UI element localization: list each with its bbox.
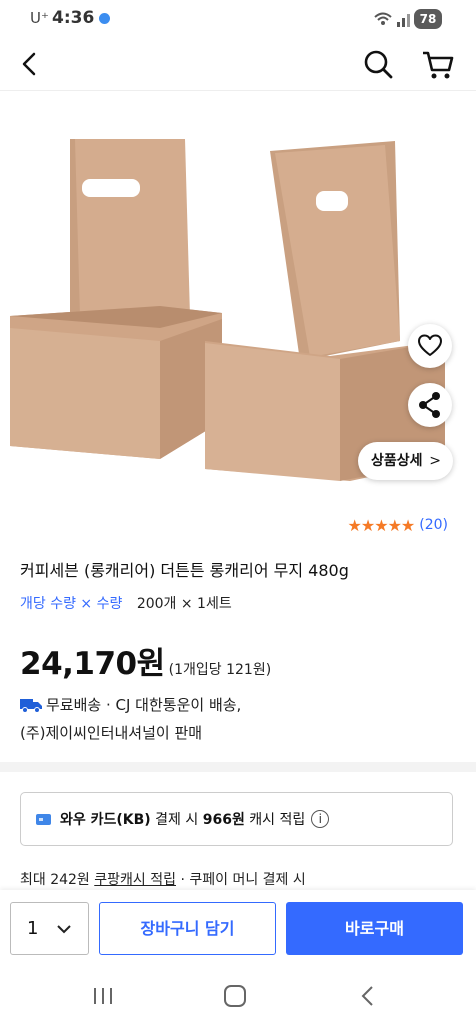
card-offer-suffix: 캐시 적립: [244, 812, 306, 828]
product-detail-label: 상품상세: [371, 453, 423, 469]
option-label: 개당 수량 × 수량: [20, 596, 123, 612]
heart-icon: [418, 334, 442, 356]
card-offer-box[interactable]: 와우 카드(KB) 결제 시 966원 캐시 적립 i: [20, 792, 453, 846]
price: 24,170원: [20, 646, 165, 682]
notification-dot-icon: [99, 13, 110, 24]
product-detail-button[interactable]: 상품상세 >: [358, 442, 453, 480]
shipping-info: 무료배송 · CJ 대한통운이 배송,: [20, 694, 241, 715]
price-row: 24,170원 (1개입당 121원): [20, 638, 271, 683]
clock: 4:36: [52, 8, 95, 28]
quantity-select[interactable]: 1: [10, 902, 89, 955]
cup-carrier-image: [10, 139, 445, 481]
cart-icon[interactable]: [418, 44, 458, 84]
back-arrow-icon[interactable]: [10, 44, 50, 84]
add-to-cart-button[interactable]: 장바구니 담기: [99, 902, 276, 955]
option-value: 200개 × 1세트: [136, 596, 232, 612]
cashback-prefix: 최대 242원: [20, 872, 95, 888]
star-rating-icon: ★★★★★: [347, 515, 416, 535]
purchase-action-bar: 1 장바구니 담기 바로구매: [0, 890, 476, 968]
carrier-label: U⁺: [30, 9, 49, 27]
rating[interactable]: ★★★★★ (20): [348, 515, 448, 535]
cashback-suffix: · 쿠페이 머니 결제 시: [176, 872, 306, 888]
battery-indicator: 78: [414, 9, 442, 29]
recent-apps-icon[interactable]: [92, 986, 114, 1006]
system-navigation-bar: [0, 968, 476, 1024]
shipping-line-1: 무료배송 · CJ 대한통운이 배송,: [46, 696, 242, 714]
search-icon[interactable]: [358, 44, 398, 84]
card-offer-middle: 결제 시: [150, 812, 203, 828]
share-icon: [419, 392, 440, 418]
unit-price: (1개입당 121원): [168, 662, 272, 678]
card-offer-prefix: 와우 카드(KB): [60, 812, 151, 828]
share-button[interactable]: [408, 383, 452, 427]
seller-info: (주)제이씨인터내셔널이 판매: [20, 724, 203, 742]
info-icon[interactable]: i: [311, 810, 330, 828]
truck-icon: [20, 698, 42, 713]
product-title: 커피세븐 (롱캐리어) 더튼튼 롱캐리어 무지 480g: [20, 561, 349, 580]
cashback-link[interactable]: 쿠팡캐시 적립: [94, 872, 176, 888]
system-back-icon[interactable]: [358, 984, 378, 1008]
wishlist-button[interactable]: [408, 324, 452, 368]
app-header: [0, 40, 476, 88]
product-image[interactable]: [0, 91, 476, 496]
chevron-right-icon: >: [429, 453, 441, 469]
home-icon[interactable]: [224, 985, 246, 1007]
chevron-down-icon: [57, 925, 71, 934]
cashback-info: 최대 242원 쿠팡캐시 적립 · 쿠페이 머니 결제 시: [20, 869, 306, 889]
buy-now-button[interactable]: 바로구매: [286, 902, 463, 955]
credit-card-icon: [36, 813, 51, 825]
review-count[interactable]: (20): [419, 517, 448, 533]
wifi-signal-icon: [374, 12, 410, 27]
status-bar: U⁺ 4:36 78: [0, 0, 476, 40]
card-offer-amount: 966원: [202, 812, 245, 828]
section-divider: [0, 762, 476, 772]
quantity-value: 1: [27, 918, 39, 939]
option-row: 개당 수량 × 수량 200개 × 1세트: [20, 593, 232, 613]
